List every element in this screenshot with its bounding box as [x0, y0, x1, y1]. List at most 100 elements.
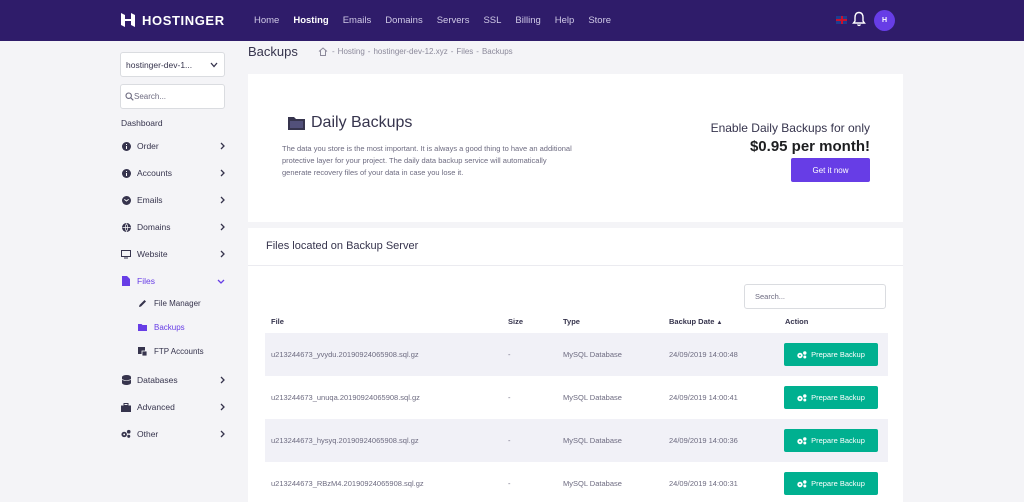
prepare-backup-button[interactable]: Prepare Backup	[784, 386, 878, 409]
briefcase-icon	[121, 402, 131, 412]
main-nav: Home Hosting Emails Domains Servers SSL …	[254, 0, 625, 41]
bell-icon[interactable]	[852, 11, 866, 27]
nav-servers[interactable]: Servers	[437, 15, 470, 26]
chevron-right-icon	[220, 169, 225, 177]
hostinger-logo[interactable]: HOSTINGER	[120, 12, 225, 28]
sidebar-item-label: Advanced	[137, 402, 175, 412]
account-select[interactable]: hostinger-dev-1...	[120, 52, 225, 77]
sidebar-item-emails[interactable]: Emails	[121, 193, 226, 207]
sidebar-item-other[interactable]: Other	[121, 427, 226, 441]
file-type: MySQL Database	[563, 436, 622, 445]
sidebar-item-accounts[interactable]: Accounts	[121, 166, 226, 180]
file-name: u213244673_unuqa.20190924065908.sql.gz	[271, 393, 420, 402]
nav-home[interactable]: Home	[254, 15, 279, 26]
sidebar-item-label: Domains	[137, 222, 171, 232]
table-row: u213244673_yvydu.20190924065908.sql.gz -…	[265, 333, 888, 376]
table-row: u213244673_hysyq.20190924065908.sql.gz -…	[265, 419, 888, 462]
column-header-backup-date[interactable]: Backup Date ▲	[669, 317, 722, 326]
nav-emails[interactable]: Emails	[343, 15, 372, 26]
sidebar-item-domains[interactable]: Domains	[121, 220, 226, 234]
prepare-backup-button[interactable]: Prepare Backup	[784, 472, 878, 495]
breadcrumb: - Hosting - hostinger-dev-12.xyz - Files…	[318, 47, 516, 56]
prepare-backup-label: Prepare Backup	[811, 393, 865, 402]
database-icon	[121, 375, 131, 385]
uk-flag-icon[interactable]	[836, 16, 847, 24]
chevron-right-icon	[220, 250, 225, 258]
breadcrumb-files[interactable]: Files	[456, 47, 473, 56]
nav-billing[interactable]: Billing	[515, 15, 540, 26]
backup-date: 24/09/2019 14:00:41	[669, 393, 738, 402]
envelope-icon	[121, 195, 131, 205]
nav-domains[interactable]: Domains	[385, 15, 423, 26]
table-search-input[interactable]: Search...	[744, 284, 886, 309]
daily-backups-card: Daily Backups The data you store is the …	[248, 74, 903, 222]
daily-backups-price: $0.95 per month!	[749, 138, 870, 155]
column-header-type[interactable]: Type	[563, 317, 580, 326]
daily-backups-offer: Enable Daily Backups for only	[710, 121, 870, 135]
breadcrumb-domain[interactable]: hostinger-dev-12.xyz	[373, 47, 447, 56]
sidebar-item-website[interactable]: Website	[121, 247, 226, 261]
sidebar-item-order[interactable]: Order	[121, 139, 226, 153]
brand-name: HOSTINGER	[142, 12, 225, 28]
sidebar-item-label: Other	[137, 429, 159, 439]
breadcrumb-hosting[interactable]: Hosting	[338, 47, 365, 56]
nav-ssl[interactable]: SSL	[483, 15, 501, 26]
breadcrumb-separator: -	[476, 47, 479, 56]
avatar[interactable]: H	[874, 10, 895, 31]
sidebar-subitem-backups[interactable]: Backups	[138, 321, 185, 333]
column-header-file[interactable]: File	[271, 317, 284, 326]
sidebar-subitem-label: Backups	[154, 322, 185, 332]
sidebar-item-databases[interactable]: Databases	[121, 373, 226, 387]
column-header-size[interactable]: Size	[508, 317, 523, 326]
nav-store[interactable]: Store	[588, 15, 611, 26]
breadcrumb-separator: -	[332, 47, 335, 56]
prepare-backup-button[interactable]: Prepare Backup	[784, 343, 878, 366]
sidebar-subitem-label: File Manager	[154, 298, 201, 308]
file-size: -	[508, 350, 511, 359]
file-name: u213244673_hysyq.20190924065908.sql.gz	[271, 436, 419, 445]
nav-help[interactable]: Help	[555, 15, 575, 26]
folder-icon	[288, 117, 305, 130]
chevron-down-icon	[217, 279, 225, 284]
sidebar-item-dashboard[interactable]: Dashboard	[121, 118, 163, 128]
file-name: u213244673_yvydu.20190924065908.sql.gz	[271, 350, 419, 359]
home-icon[interactable]	[318, 47, 328, 56]
search-icon	[125, 92, 134, 101]
backup-date: 24/09/2019 14:00:48	[669, 350, 738, 359]
file-size: -	[508, 436, 511, 445]
file-type: MySQL Database	[563, 393, 622, 402]
nav-hosting[interactable]: Hosting	[293, 15, 328, 26]
sidebar-subitem-file-manager[interactable]: File Manager	[138, 297, 201, 309]
breadcrumb-separator: -	[450, 47, 454, 56]
sidebar-item-files[interactable]: Files	[121, 274, 226, 288]
sort-ascending-icon: ▲	[716, 320, 723, 326]
file-size: -	[508, 479, 511, 488]
column-header-label: Backup Date	[669, 317, 715, 326]
prepare-backup-label: Prepare Backup	[811, 436, 865, 445]
daily-backups-description: The data you store is the most important…	[282, 144, 572, 177]
backup-files-card: Files located on Backup Server Search...…	[248, 228, 903, 502]
get-it-now-button[interactable]: Get it now	[791, 158, 870, 182]
sidebar-subitem-ftp-accounts[interactable]: FTP Accounts	[138, 345, 204, 357]
cogs-icon	[797, 436, 807, 444]
sidebar-item-label: Files	[137, 276, 155, 286]
globe-icon	[121, 222, 131, 232]
breadcrumb-backups: Backups	[481, 47, 513, 56]
sidebar-search-input[interactable]: Search...	[120, 84, 225, 109]
hostinger-logo-icon	[121, 13, 135, 27]
prepare-backup-label: Prepare Backup	[811, 479, 865, 488]
prepare-backup-button[interactable]: Prepare Backup	[784, 429, 878, 452]
chevron-right-icon	[220, 403, 225, 411]
cogs-icon	[797, 479, 807, 487]
prepare-backup-label: Prepare Backup	[811, 350, 865, 359]
file-size: -	[508, 393, 511, 402]
table-row: u213244673_RBzM4.20190924065908.sql.gz -…	[265, 462, 888, 502]
column-header-action: Action	[785, 317, 809, 326]
folder-icon	[138, 323, 147, 332]
file-type: MySQL Database	[563, 350, 622, 359]
info-icon	[121, 141, 131, 151]
chevron-down-icon	[210, 62, 218, 68]
file-type: MySQL Database	[563, 479, 622, 488]
sidebar-item-advanced[interactable]: Advanced	[121, 400, 226, 414]
cogs-icon	[797, 393, 807, 401]
